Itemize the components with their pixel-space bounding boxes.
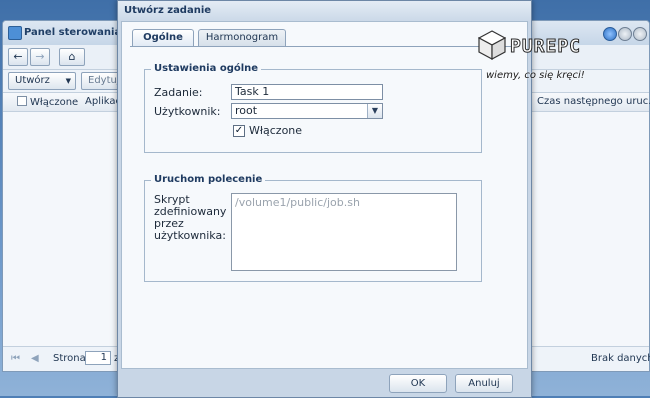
- script-label: Skrypt zdefiniowany przez użytkownika:: [154, 193, 227, 242]
- dialog-body: Ogólne Harmonogram Ustawienia ogólne Zad…: [121, 21, 528, 369]
- watermark: PUREPC wiemy, co się kręci!: [478, 30, 585, 92]
- create-button[interactable]: Utwórz ▼: [8, 72, 76, 90]
- chevron-down-icon[interactable]: ▼: [367, 104, 382, 118]
- tab-general[interactable]: Ogólne: [132, 29, 194, 47]
- create-task-dialog: Utwórz zadanie Ogólne Harmonogram Ustawi…: [117, 0, 532, 398]
- run-command-legend: Uruchom polecenie: [151, 174, 266, 185]
- run-command-group: Uruchom polecenie Skrypt zdefiniowany pr…: [144, 174, 482, 282]
- watermark-slogan: wiemy, co się kręci!: [486, 70, 585, 81]
- dialog-footer: OK Anuluj: [118, 369, 531, 397]
- chevron-down-icon: ▼: [65, 77, 71, 85]
- back-arrow-icon[interactable]: ←: [8, 48, 28, 66]
- watermark-brand: PUREPC: [509, 36, 582, 58]
- home-icon[interactable]: ⌂: [59, 48, 85, 66]
- tab-divider: [130, 46, 519, 47]
- user-label: Użytkownik:: [154, 105, 221, 118]
- control-panel-icon: [8, 26, 22, 40]
- minimize-icon[interactable]: [618, 27, 632, 41]
- task-name-input[interactable]: Task 1: [231, 84, 383, 100]
- page-label: Strona: [53, 353, 86, 364]
- ok-button[interactable]: OK: [389, 374, 447, 393]
- create-button-label: Utwórz: [15, 75, 50, 86]
- close-icon[interactable]: [633, 27, 647, 41]
- no-data-label: Brak danych: [591, 353, 650, 364]
- dialog-titlebar[interactable]: Utwórz zadanie: [118, 1, 531, 21]
- help-icon[interactable]: [603, 27, 617, 41]
- first-page-icon[interactable]: ⏮: [11, 353, 20, 364]
- general-settings-group: Ustawienia ogólne Zadanie: Task 1 Użytko…: [144, 63, 482, 153]
- general-settings-legend: Ustawienia ogólne: [151, 63, 262, 74]
- column-enabled[interactable]: Włączone: [17, 96, 78, 108]
- column-next-run[interactable]: Czas następnego uruc...: [537, 96, 650, 107]
- tab-schedule[interactable]: Harmonogram: [198, 29, 286, 46]
- dialog-title: Utwórz zadanie: [124, 5, 212, 16]
- cube-logo-icon: [478, 30, 506, 60]
- task-label: Zadanie:: [154, 86, 203, 99]
- prev-page-icon[interactable]: ◀: [31, 353, 39, 364]
- enabled-label: Włączone: [249, 124, 303, 137]
- enabled-checkbox[interactable]: ✓: [233, 125, 245, 137]
- select-all-checkbox[interactable]: [17, 96, 27, 106]
- user-select[interactable]: root ▼: [231, 103, 383, 119]
- edit-button-label: Edytuj: [88, 75, 120, 86]
- forward-arrow-icon[interactable]: →: [30, 48, 50, 66]
- page-number-input[interactable]: 1: [85, 351, 111, 365]
- script-textarea[interactable]: /volume1/public/job.sh: [231, 193, 457, 271]
- cancel-button[interactable]: Anuluj: [455, 374, 513, 393]
- user-select-value: root: [235, 104, 258, 117]
